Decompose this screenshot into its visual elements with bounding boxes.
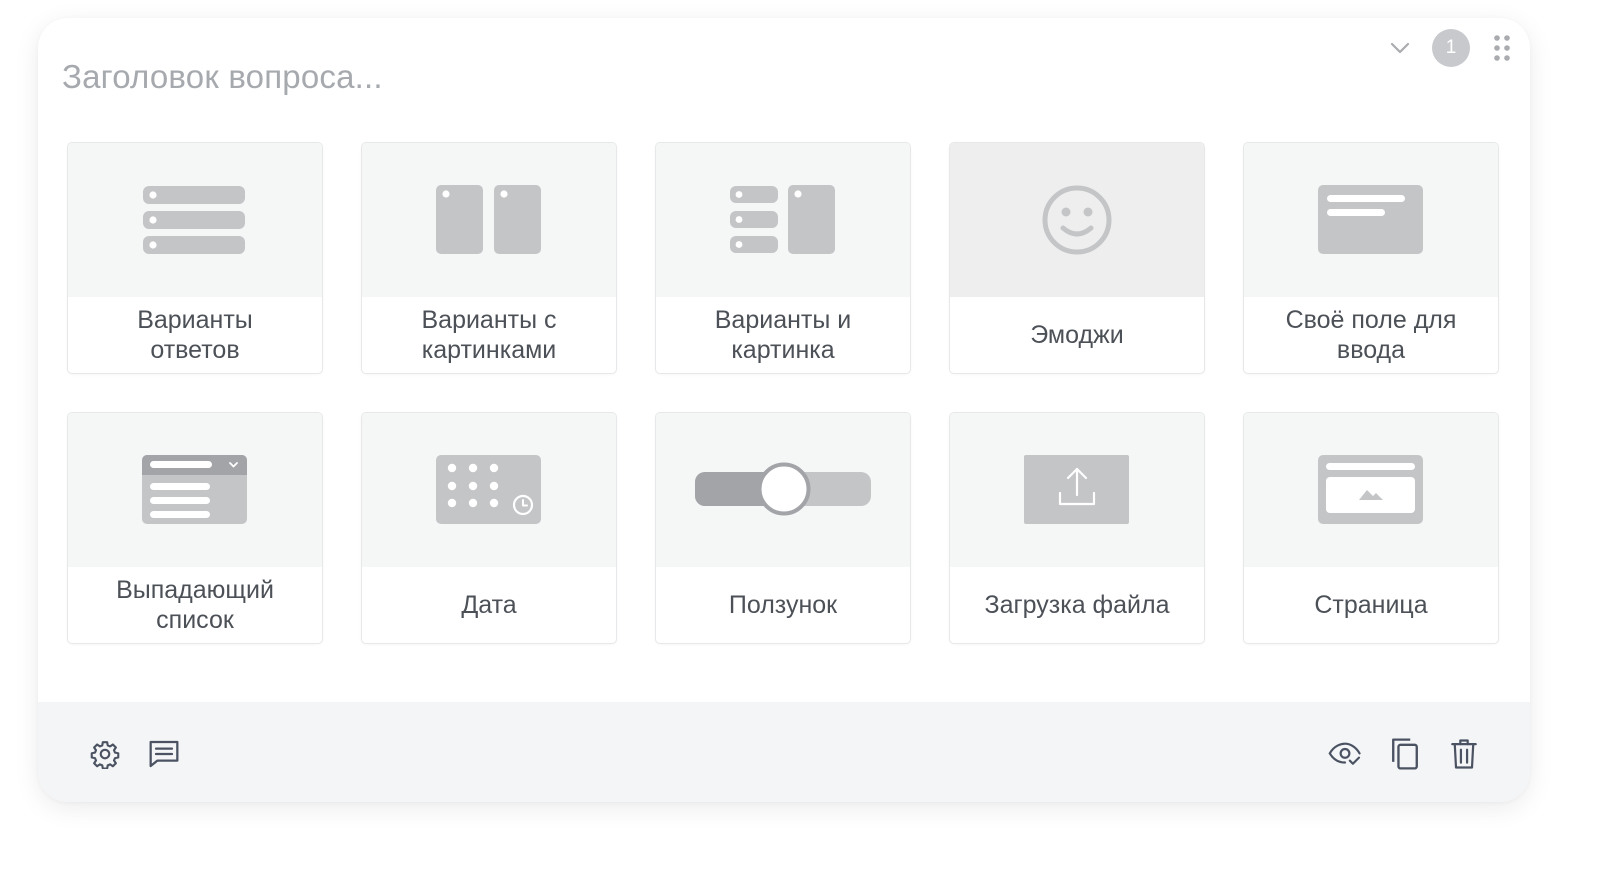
chevron-down-icon[interactable] — [1380, 28, 1420, 68]
tile-label: Своё поле для ввода — [1285, 306, 1457, 364]
tile-preview — [68, 143, 322, 297]
question-number-badge: 1 — [1432, 29, 1470, 67]
dropdown-icon — [142, 455, 247, 524]
options-and-image-icon — [730, 185, 835, 254]
question-type-custom-input[interactable]: Своё поле для ввода — [1243, 142, 1499, 374]
emoji-icon — [1042, 185, 1112, 255]
tile-label: Варианты с картинками — [421, 306, 557, 364]
tile-label: Дата — [461, 591, 517, 619]
tile-label: Варианты и картинка — [714, 306, 852, 364]
text-field-icon — [1318, 185, 1423, 254]
tile-label: Ползунок — [728, 591, 838, 619]
question-type-file-upload[interactable]: Загрузка файла — [949, 412, 1205, 644]
question-type-page[interactable]: Страница — [1243, 412, 1499, 644]
tile-preview — [1244, 413, 1498, 567]
question-type-date[interactable]: Дата — [361, 412, 617, 644]
copy-icon[interactable] — [1387, 736, 1423, 772]
tile-label: Варианты ответов — [137, 306, 253, 364]
tile-preview — [362, 413, 616, 567]
question-type-slider[interactable]: Ползунок — [655, 412, 911, 644]
question-type-grid: Варианты ответов Варианты с картинками В… — [67, 142, 1499, 644]
question-footer-toolbar — [38, 702, 1530, 802]
question-title-input[interactable]: Заголовок вопроса... — [62, 58, 383, 96]
tile-label: Выпадающий список — [116, 576, 274, 634]
date-icon — [436, 455, 541, 524]
options-list-icon — [143, 186, 245, 254]
page-icon — [1318, 455, 1423, 524]
tile-preview — [950, 413, 1204, 567]
question-type-dropdown[interactable]: Выпадающий список — [67, 412, 323, 644]
question-type-options-and-image[interactable]: Варианты и картинка — [655, 142, 911, 374]
question-type-emoji[interactable]: Эмоджи — [949, 142, 1205, 374]
tile-preview — [950, 143, 1204, 297]
question-card: Заголовок вопроса... 1 Варианты ответов … — [38, 18, 1530, 802]
tile-label: Страница — [1314, 591, 1428, 619]
tile-preview — [656, 143, 910, 297]
question-type-options[interactable]: Варианты ответов — [67, 142, 323, 374]
tile-preview — [362, 143, 616, 297]
tile-preview — [656, 413, 910, 567]
question-type-options-with-images[interactable]: Варианты с картинками — [361, 142, 617, 374]
tile-label: Эмоджи — [1030, 321, 1124, 349]
tile-preview — [1244, 143, 1498, 297]
tile-label: Загрузка файла — [984, 591, 1170, 619]
tile-preview — [68, 413, 322, 567]
drag-handle-icon[interactable] — [1488, 28, 1516, 68]
options-images-icon — [436, 185, 541, 254]
file-upload-icon — [1024, 455, 1129, 524]
comment-icon[interactable] — [146, 736, 182, 772]
eye-check-icon[interactable] — [1327, 736, 1363, 772]
trash-icon[interactable] — [1446, 736, 1482, 772]
slider-icon — [695, 462, 871, 516]
question-top-controls: 1 — [1380, 28, 1516, 68]
gear-icon[interactable] — [87, 736, 123, 772]
